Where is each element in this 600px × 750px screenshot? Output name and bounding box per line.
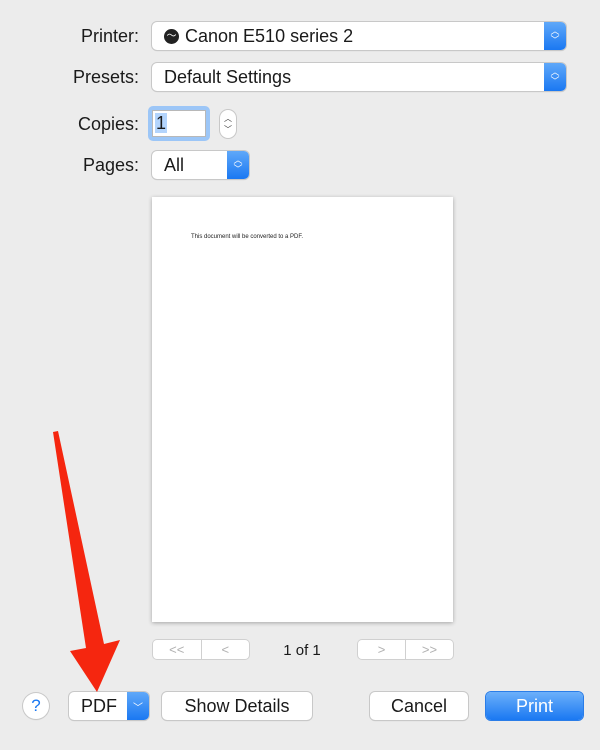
annotation-arrow-icon [53,431,120,692]
